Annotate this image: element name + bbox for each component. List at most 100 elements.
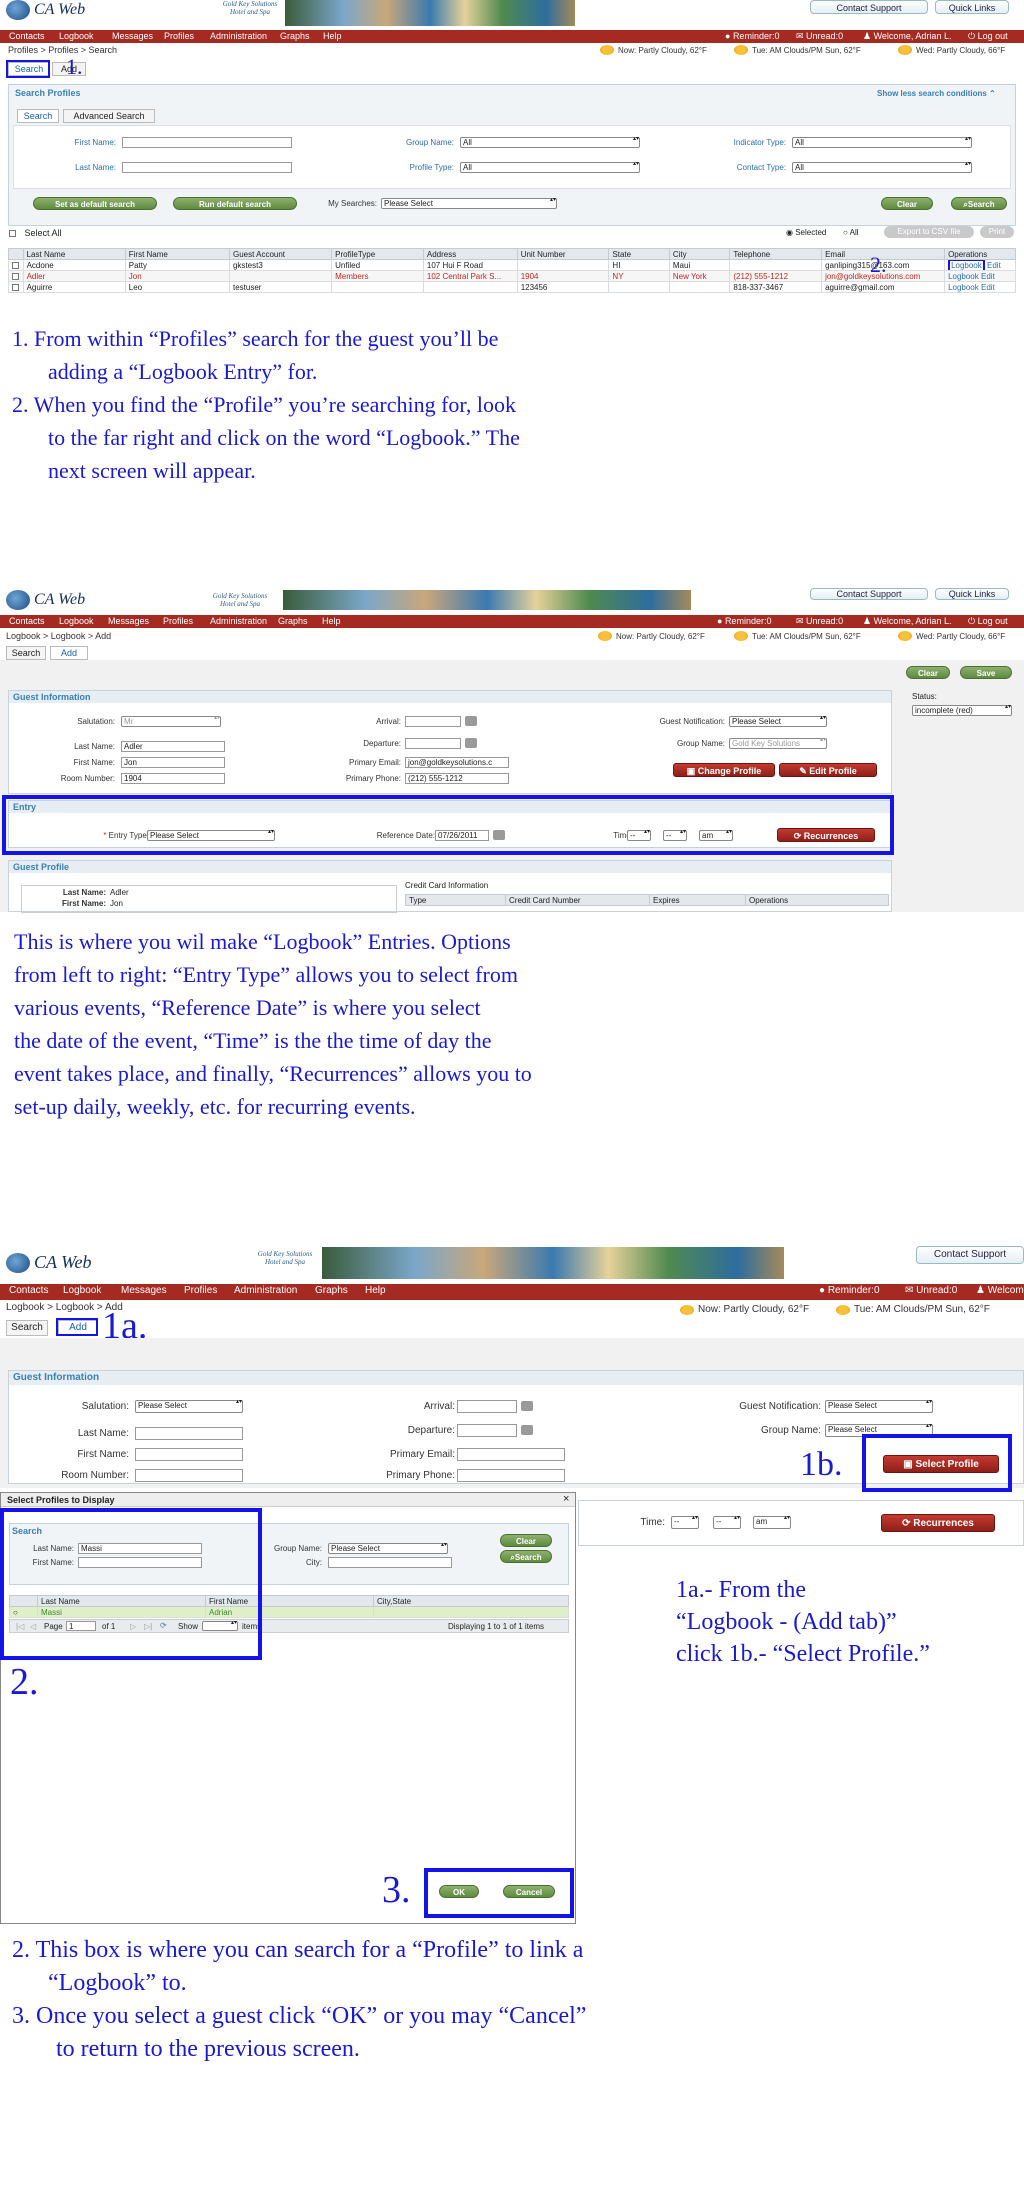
- quick-links-button[interactable]: Quick Links: [935, 0, 1009, 14]
- search-button[interactable]: ⌕Search: [500, 1550, 552, 1563]
- profile-type-select[interactable]: All: [460, 162, 640, 173]
- indicator-type-select[interactable]: All: [792, 137, 972, 148]
- last-name-input[interactable]: Adler: [121, 741, 225, 752]
- clear-button[interactable]: Clear: [881, 197, 933, 210]
- row-checkbox[interactable]: [8, 270, 24, 282]
- logbook-link[interactable]: Logbook: [948, 260, 985, 270]
- edit-link[interactable]: Edit: [981, 272, 995, 281]
- arrival-input[interactable]: [457, 1400, 517, 1413]
- table-header[interactable]: Guest Account: [228, 248, 333, 260]
- departure-input[interactable]: [457, 1424, 517, 1437]
- subtab-search[interactable]: Search: [17, 109, 59, 123]
- calendar-icon[interactable]: [521, 1425, 533, 1435]
- quick-links-button[interactable]: Quick Links: [935, 588, 1009, 600]
- group-name-select[interactable]: All: [460, 137, 640, 148]
- save-button[interactable]: Save: [960, 666, 1012, 679]
- departure-input[interactable]: [405, 738, 461, 749]
- menu-help[interactable]: Help: [365, 1285, 386, 1296]
- last-name-input[interactable]: [122, 162, 292, 173]
- logbook-link[interactable]: Logbook: [948, 272, 979, 281]
- first-name-input[interactable]: Jon: [121, 757, 225, 768]
- contact-type-select[interactable]: All: [792, 162, 972, 173]
- menu-profiles[interactable]: Profiles: [163, 616, 193, 626]
- primary-phone-input[interactable]: [457, 1469, 565, 1482]
- menu-administration[interactable]: Administration: [234, 1285, 297, 1296]
- selected-radio[interactable]: ◉ Selected: [786, 228, 826, 237]
- calendar-icon[interactable]: [465, 738, 477, 748]
- recurrences-button[interactable]: ⟳ Recurrences: [881, 1514, 995, 1532]
- reminder-link[interactable]: ● Reminder:0: [819, 1285, 880, 1296]
- search-button[interactable]: ⌕Search: [951, 197, 1007, 210]
- menu-contacts[interactable]: Contacts: [9, 1285, 48, 1296]
- menu-profiles[interactable]: Profiles: [164, 31, 194, 41]
- tab-search[interactable]: Search: [6, 1320, 48, 1336]
- edit-link[interactable]: Edit: [981, 283, 995, 292]
- close-icon[interactable]: ×: [563, 1493, 569, 1505]
- menu-logbook[interactable]: Logbook: [59, 31, 94, 41]
- calendar-icon[interactable]: [465, 716, 477, 726]
- clear-button[interactable]: Clear: [906, 666, 950, 679]
- hour-select[interactable]: --: [671, 1516, 699, 1529]
- tab-search[interactable]: Search: [6, 646, 46, 660]
- guest-notification-select[interactable]: Please Select: [825, 1400, 933, 1413]
- my-searches-select[interactable]: Please Select: [381, 198, 557, 209]
- salutation-select[interactable]: Please Select: [135, 1400, 243, 1413]
- table-header[interactable]: Address: [422, 248, 518, 260]
- d-city-input[interactable]: [328, 1557, 452, 1568]
- subtab-advanced-search[interactable]: Advanced Search: [63, 109, 155, 123]
- set-default-search-button[interactable]: Set as default search: [33, 197, 157, 210]
- menu-help[interactable]: Help: [323, 31, 342, 41]
- menu-messages[interactable]: Messages: [108, 616, 149, 626]
- minute-select[interactable]: --: [713, 1516, 741, 1529]
- logout-link[interactable]: ⏻ Log out: [968, 31, 1008, 42]
- menu-administration[interactable]: Administration: [210, 616, 267, 626]
- table-header[interactable]: First Name: [124, 248, 230, 260]
- d-group-name-select[interactable]: Please Select: [328, 1543, 448, 1554]
- menu-logbook[interactable]: Logbook: [59, 616, 94, 626]
- ampm-select[interactable]: am: [753, 1516, 791, 1529]
- primary-phone-input[interactable]: (212) 555-1212: [405, 773, 509, 784]
- menu-contacts[interactable]: Contacts: [9, 616, 45, 626]
- contact-support-button[interactable]: Contact Support: [916, 1246, 1024, 1264]
- arrival-input[interactable]: [405, 716, 461, 727]
- table-header[interactable]: City,State: [373, 1595, 569, 1607]
- reminder-link[interactable]: ● Reminder:0: [725, 31, 779, 41]
- room-number-input[interactable]: 1904: [121, 773, 225, 784]
- contact-support-button[interactable]: Contact Support: [810, 0, 928, 14]
- menu-logbook[interactable]: Logbook: [63, 1285, 101, 1296]
- table-header[interactable]: ProfileType: [331, 248, 424, 260]
- first-name-input[interactable]: [135, 1448, 243, 1461]
- edit-link[interactable]: Edit: [987, 261, 1001, 270]
- status-select[interactable]: incomplete (red): [912, 705, 1012, 716]
- select-all-checkbox[interactable]: Select All: [9, 228, 62, 238]
- unread-link[interactable]: ✉ Unread:0: [796, 616, 843, 627]
- edit-profile-button[interactable]: ✎ Edit Profile: [779, 763, 877, 777]
- menu-graphs[interactable]: Graphs: [315, 1285, 348, 1296]
- menu-graphs[interactable]: Graphs: [280, 31, 310, 41]
- change-profile-button[interactable]: ▣ Change Profile: [673, 763, 775, 777]
- contact-support-button[interactable]: Contact Support: [810, 588, 928, 600]
- table-header[interactable]: Last Name: [22, 248, 126, 260]
- table-header[interactable]: Unit Number: [516, 248, 610, 260]
- table-row[interactable]: Adler Jon Members 102 Central Park S... …: [8, 270, 1016, 282]
- room-number-input[interactable]: [135, 1469, 243, 1482]
- unread-link[interactable]: ✉ Unread:0: [796, 31, 843, 42]
- reminder-link[interactable]: ● Reminder:0: [717, 616, 771, 626]
- table-row[interactable]: Aguirre Leo testuser 123456 818-337-3467…: [8, 281, 1016, 293]
- logbook-link[interactable]: Logbook: [948, 283, 979, 292]
- table-header[interactable]: Telephone: [729, 248, 823, 260]
- row-checkbox[interactable]: [8, 259, 24, 271]
- tab-add[interactable]: Add: [50, 646, 88, 660]
- group-name-select[interactable]: Gold Key Solutions: [729, 738, 827, 749]
- show-less-link[interactable]: Show less search conditions ⌃: [877, 89, 996, 98]
- logout-link[interactable]: ⏻ Log out: [968, 616, 1008, 627]
- menu-profiles[interactable]: Profiles: [184, 1285, 217, 1296]
- clear-button[interactable]: Clear: [500, 1534, 552, 1547]
- guest-notification-select[interactable]: Please Select: [729, 716, 827, 727]
- menu-help[interactable]: Help: [322, 616, 341, 626]
- table-header[interactable]: City: [668, 248, 731, 260]
- menu-graphs[interactable]: Graphs: [278, 616, 308, 626]
- table-row[interactable]: Acdone Patty gkstest3 Unfiled 107 Hui F …: [8, 259, 1016, 271]
- print-button[interactable]: Print: [980, 226, 1014, 238]
- primary-email-input[interactable]: jon@goldkeysolutions.c: [405, 757, 509, 768]
